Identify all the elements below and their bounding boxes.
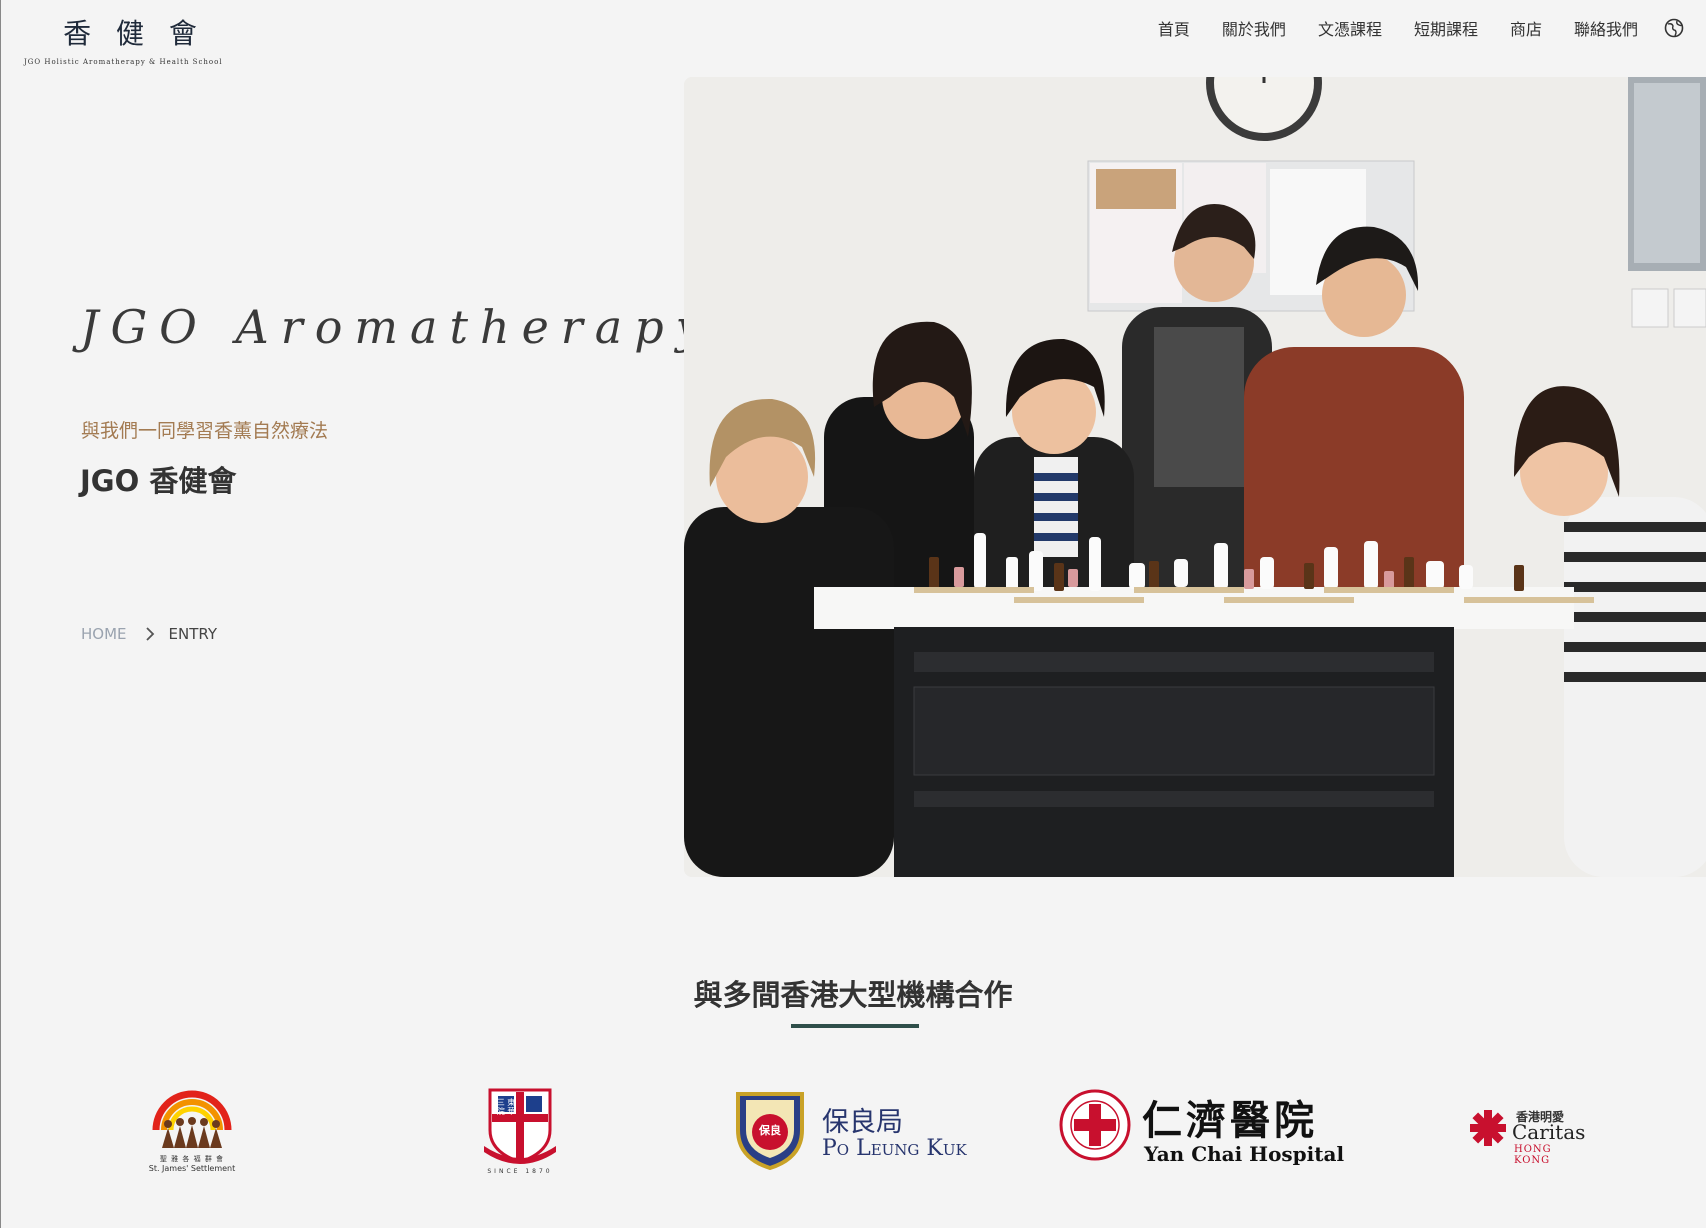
partner-logo-caritas[interactable]: 香港明愛 Caritas HONG KONG xyxy=(1468,1104,1588,1166)
po-leung-kuk-seal-text: 保良 xyxy=(759,1124,781,1137)
partner-logo-yan-chai[interactable]: 仁濟醫院 Yan Chai Hospital xyxy=(1058,1088,1344,1176)
tung-wah-since-text: SINCE 1870 xyxy=(487,1168,553,1175)
caritas-en-text: Caritas xyxy=(1512,1120,1586,1144)
main-nav: 首頁 關於我們 文憑課程 短期課程 商店 聯絡我們 xyxy=(1158,16,1684,40)
tung-wah-cn-text: 三 東 院 華 xyxy=(496,1098,516,1116)
group-photo-illustration xyxy=(684,77,1706,877)
logo-chinese: 香 健 會 xyxy=(63,17,205,50)
page-left-border xyxy=(0,0,1,1228)
nav-diploma-courses[interactable]: 文憑課程 xyxy=(1318,16,1382,40)
nav-home[interactable]: 首頁 xyxy=(1158,16,1190,40)
partner-logo-tung-wah[interactable]: 三 東 院 華 SINCE 1870 xyxy=(480,1086,560,1178)
globe-icon[interactable] xyxy=(1664,18,1684,38)
partners-heading: 與多間香港大型機構合作 xyxy=(693,978,1013,1012)
partner-logo-st-james[interactable]: 聖 雅 各 福 群 會 St. James' Settlement xyxy=(142,1090,242,1173)
caritas-hk-text: HONG KONG xyxy=(1514,1144,1552,1166)
hero-photo xyxy=(684,77,1706,877)
hero-brand: JGO 香健會 xyxy=(80,464,237,498)
breadcrumb-home[interactable]: HOME xyxy=(81,625,127,643)
nav-about[interactable]: 關於我們 xyxy=(1222,16,1286,40)
partner-logo-po-leung-kuk[interactable]: 保良 保良局 Po Leung Kuk xyxy=(732,1086,982,1176)
nav-shop[interactable]: 商店 xyxy=(1510,16,1542,40)
yan-chai-cn-text: 仁濟醫院 xyxy=(1142,1097,1318,1144)
chevron-right-icon xyxy=(145,627,154,641)
tung-wah-shield xyxy=(484,1088,556,1164)
hero-subtitle: 與我們一同學習香薰自然療法 xyxy=(81,420,329,442)
st-james-cn-text: 聖 雅 各 福 群 會 xyxy=(159,1155,225,1163)
po-leung-kuk-cn-text: 保良局 xyxy=(822,1107,903,1138)
yan-chai-emblem xyxy=(1059,1089,1131,1161)
po-leung-kuk-en-text: Po Leung Kuk xyxy=(822,1136,967,1161)
breadcrumb-current: ENTRY xyxy=(168,625,218,643)
yan-chai-en-text: Yan Chai Hospital xyxy=(1144,1142,1345,1166)
caritas-cross-icon xyxy=(1470,1110,1506,1146)
st-james-en-text: St. James' Settlement xyxy=(148,1164,236,1173)
partners-heading-underline xyxy=(791,1024,919,1028)
breadcrumb: HOME ENTRY xyxy=(81,625,217,643)
site-logo[interactable]: 香 健 會 JGO Holistic Aromatherapy & Health… xyxy=(24,12,264,66)
nav-short-courses[interactable]: 短期課程 xyxy=(1414,16,1478,40)
logo-english: JGO Holistic Aromatherapy & Health Schoo… xyxy=(24,58,223,66)
nav-contact[interactable]: 聯絡我們 xyxy=(1574,16,1638,40)
